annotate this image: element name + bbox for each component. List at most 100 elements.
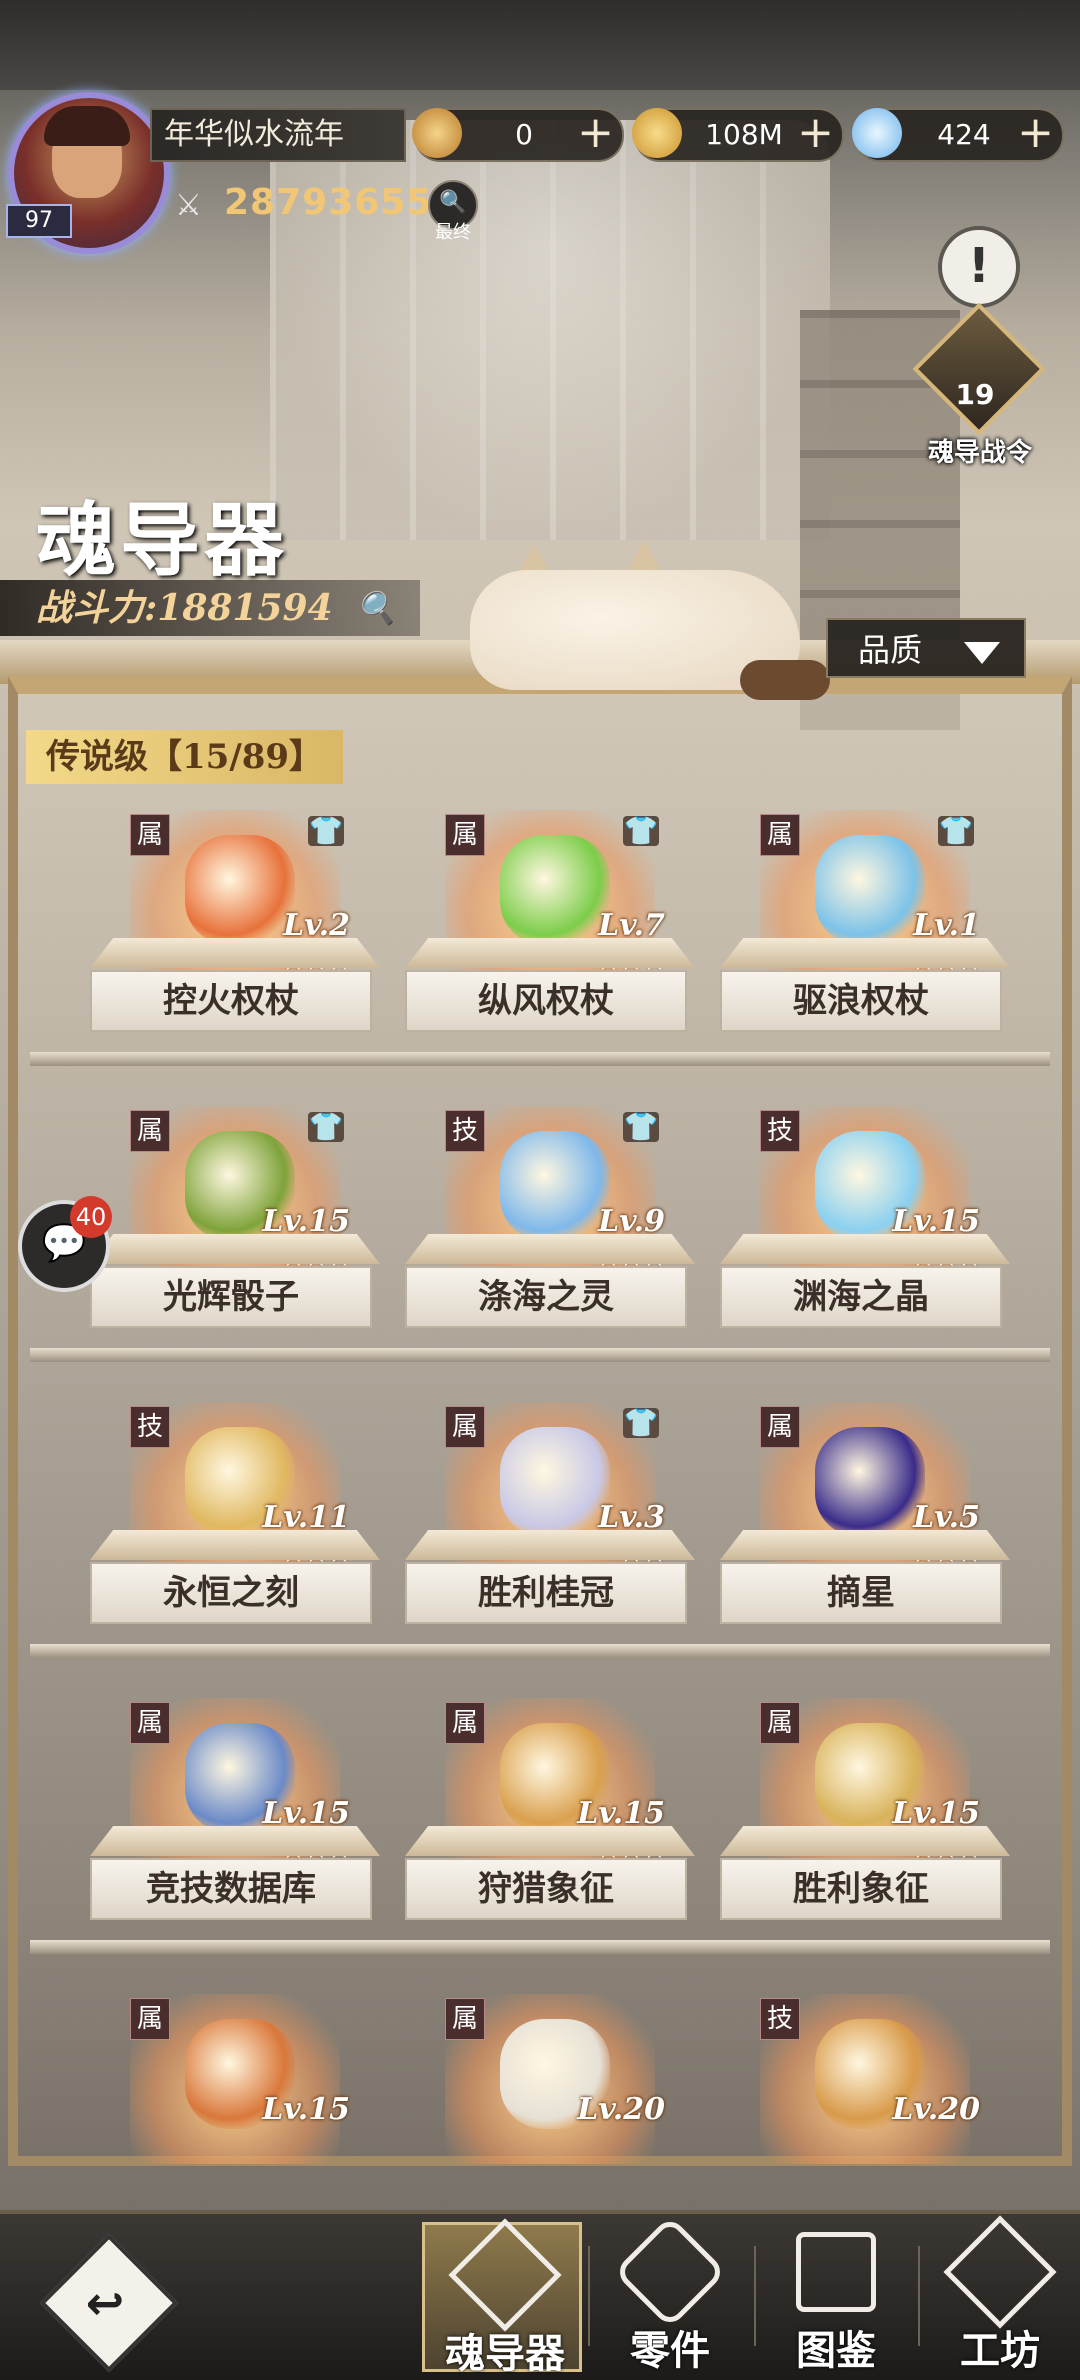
top-bar [0, 0, 1080, 90]
item-slot[interactable]: 属 Lv.15 [90, 1994, 380, 2234]
tab-label: 魂导器 [445, 2330, 565, 2377]
item-level: Lv.15 [262, 1796, 350, 1831]
item-slot[interactable]: 属👕Lv.1★★★驱浪权杖 [720, 810, 1010, 1050]
resource-diamond: 424 + [852, 106, 1064, 162]
item-type-tag: 属 [760, 1702, 800, 1744]
add-diamond-button[interactable]: + [1017, 106, 1054, 160]
quality-filter-label: 品质 [858, 631, 923, 669]
add-gold-medal-button[interactable]: + [577, 106, 614, 160]
tab-collection[interactable]: 图鉴 [756, 2222, 916, 2374]
tab-workshop[interactable]: 工坊 [920, 2215, 1080, 2374]
battle-pass-button[interactable]: 19 魂导战令 [910, 302, 1046, 468]
item-type-tag: 技 [445, 1110, 485, 1152]
item-level: Lv.15 [892, 1796, 980, 1831]
coin-icon [632, 108, 682, 158]
item-slot[interactable]: 属👕Lv.15★★★光辉骰子 [90, 1106, 380, 1346]
item-name: 涤海之灵 [405, 1266, 687, 1328]
shelf-divider [30, 1052, 1050, 1066]
resource-gold-medal: 0 + [412, 106, 624, 162]
search-caption: 最终 [435, 222, 471, 243]
parts-icon [613, 2215, 727, 2329]
tab-label: 图鉴 [796, 2327, 876, 2374]
item-slot[interactable]: 属Lv.15★★★竞技数据库 [90, 1698, 380, 1938]
tab-label: 零件 [630, 2327, 710, 2374]
battle-pass-emblem-icon [912, 302, 1046, 436]
item-pedestal [90, 938, 380, 968]
item-pedestal [90, 1530, 380, 1560]
power-detail-search-icon[interactable]: 🔍 [356, 580, 396, 636]
item-slot[interactable]: 技👕Lv.9★★★涤海之灵 [405, 1106, 695, 1346]
alert-icon[interactable]: ! [938, 226, 1020, 308]
diamond-icon [852, 108, 902, 158]
item-name: 狩猎象征 [405, 1858, 687, 1920]
item-pedestal [720, 938, 1010, 968]
gold-medal-icon [412, 108, 462, 158]
tab-parts[interactable]: 零件 [590, 2215, 750, 2374]
item-name: 光辉骰子 [90, 1266, 372, 1328]
resource-value: 108M [705, 118, 783, 151]
chevron-down-icon [964, 642, 1000, 664]
item-pedestal [720, 1530, 1010, 1560]
item-slot[interactable]: 属 Lv.20 [405, 1994, 695, 2234]
item-type-tag: 属 [130, 814, 170, 856]
item-level: Lv.15 [262, 2092, 350, 2127]
item-level: Lv.11 [262, 1500, 350, 1535]
item-slot[interactable]: 技Lv.15★★★渊海之晶 [720, 1106, 1010, 1346]
item-name: 胜利象征 [720, 1858, 1002, 1920]
item-slot[interactable]: 技Lv.11★★★永恒之刻 [90, 1402, 380, 1642]
item-slot[interactable]: 技 Lv.20 [720, 1994, 1010, 2234]
item-type-tag: 技 [760, 1110, 800, 1152]
page-combat-power-text: 战斗力:1881594 [36, 587, 333, 629]
item-pedestal [90, 1234, 380, 1264]
add-coin-button[interactable]: + [797, 106, 834, 160]
tab-soul-device[interactable]: 魂导器 [422, 2218, 582, 2377]
page-title: 魂导器 [36, 493, 288, 587]
item-level: Lv.1 [913, 908, 980, 943]
book-icon [796, 2232, 876, 2312]
item-level: Lv.20 [577, 2092, 665, 2127]
battle-pass-label: 魂导战令 [927, 438, 1032, 468]
item-level: Lv.15 [262, 1204, 350, 1239]
item-slot[interactable]: 属👕Lv.2★★★控火权杖 [90, 810, 380, 1050]
item-level: Lv.3 [598, 1500, 665, 1535]
item-pedestal [720, 1234, 1010, 1264]
item-type-tag: 属 [445, 1998, 485, 2040]
resource-value: 424 [937, 118, 991, 151]
item-level: Lv.20 [892, 2092, 980, 2127]
item-slot[interactable]: 属👕Lv.3★★胜利桂冠 [405, 1402, 695, 1642]
resource-value: 0 [515, 118, 533, 151]
sleeping-cat-mascot[interactable] [470, 530, 830, 700]
item-name: 控火权杖 [90, 970, 372, 1032]
back-button[interactable]: ↩ [39, 2233, 179, 2373]
avatar-hair [44, 106, 130, 146]
item-slot[interactable]: 属👕Lv.7★★★纵风权杖 [405, 810, 695, 1050]
item-name: 渊海之晶 [720, 1266, 1002, 1328]
item-type-tag: 属 [760, 1406, 800, 1448]
item-type-tag: 属 [445, 814, 485, 856]
item-pedestal [405, 1234, 695, 1264]
item-type-tag: 属 [445, 1406, 485, 1448]
item-artwork-icon [815, 1427, 925, 1537]
item-name: 竞技数据库 [90, 1858, 372, 1920]
quality-filter-dropdown[interactable]: 品质 [826, 618, 1026, 678]
outfit-icon: 👕 [308, 814, 344, 847]
item-pedestal [405, 1826, 695, 1856]
item-name: 驱浪权杖 [720, 970, 1002, 1032]
item-artwork-icon [815, 835, 925, 945]
page-combat-power: 战斗力:1881594 🔍 [0, 580, 420, 636]
item-slot[interactable]: 属Lv.15★★★胜利象征 [720, 1698, 1010, 1938]
item-pedestal [90, 1826, 380, 1856]
item-level: Lv.7 [598, 908, 665, 943]
item-slot[interactable]: 属Lv.15★★★狩猎象征 [405, 1698, 695, 1938]
item-artwork-icon [500, 1427, 610, 1537]
outfit-icon: 👕 [623, 1110, 659, 1143]
item-artwork-icon [500, 1131, 610, 1241]
outfit-icon: 👕 [623, 814, 659, 847]
item-name: 永恒之刻 [90, 1562, 372, 1624]
item-level: Lv.9 [598, 1204, 665, 1239]
item-type-tag: 技 [130, 1406, 170, 1448]
tab-label: 工坊 [960, 2327, 1040, 2374]
item-pedestal [405, 1530, 695, 1560]
outfit-icon: 👕 [938, 814, 974, 847]
item-slot[interactable]: 属Lv.5★★★摘星 [720, 1402, 1010, 1642]
